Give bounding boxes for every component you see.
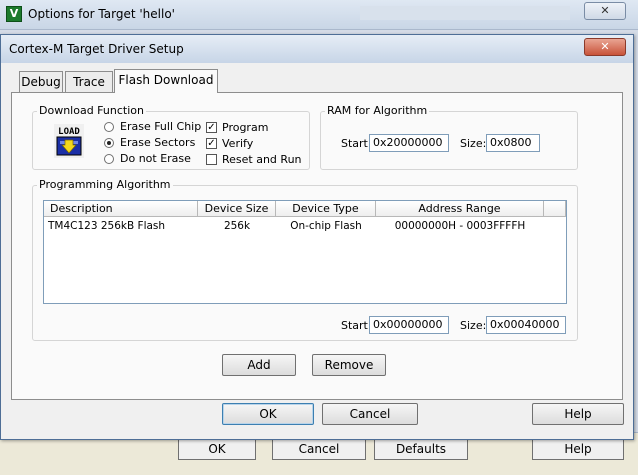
ram-size-label: Size:: [460, 137, 487, 150]
remove-button[interactable]: Remove: [312, 354, 386, 376]
algo-start-label: Start:: [341, 319, 372, 332]
erase-sectors-label: Erase Sectors: [120, 136, 196, 149]
erase-sectors-radio[interactable]: [104, 138, 114, 148]
col-header-device-size[interactable]: Device Size: [198, 201, 276, 217]
dialog-close-icon[interactable]: ✕: [584, 38, 626, 56]
program-label: Program: [222, 121, 269, 134]
program-checkbox[interactable]: ✓: [206, 122, 217, 133]
row-device-type: On-chip Flash: [290, 220, 362, 232]
row-address-range: 00000000H - 0003FFFFH: [394, 220, 526, 232]
reset-and-run-label: Reset and Run: [222, 153, 302, 166]
dialog-cancel-button[interactable]: Cancel: [322, 403, 418, 425]
table-row[interactable]: TM4C123 256kB Flash 256k On-chip Flash 0…: [44, 218, 544, 233]
ram-for-algorithm-legend: RAM for Algorithm: [327, 104, 428, 117]
ram-start-label: Start:: [341, 137, 372, 150]
algo-start-field[interactable]: 0x00000000: [369, 316, 449, 334]
download-function-legend: Download Function: [39, 104, 144, 117]
do-not-erase-radio[interactable]: [104, 154, 114, 164]
col-header-address-range[interactable]: Address Range: [376, 201, 544, 217]
svg-text:LOAD: LOAD: [58, 127, 80, 137]
outer-window-title: Options for Target 'hello': [28, 7, 175, 21]
erase-full-chip-radio[interactable]: [104, 122, 114, 132]
tab-debug[interactable]: Debug: [19, 71, 63, 92]
programming-algorithm-legend: Programming Algorithm: [39, 178, 171, 191]
algo-size-label: Size:: [460, 319, 487, 332]
dialog-title-bar: Cortex-M Target Driver Setup ✕: [1, 35, 633, 63]
row-description: TM4C123 256kB Flash: [48, 220, 166, 232]
verify-label: Verify: [222, 137, 254, 150]
do-not-erase-label: Do not Erase: [120, 152, 191, 165]
dialog-help-button[interactable]: Help: [532, 403, 624, 425]
row-device-size: 256k: [223, 220, 251, 232]
reset-and-run-checkbox[interactable]: [206, 154, 217, 165]
algorithm-list[interactable]: Description Device Size Device Type Addr…: [43, 200, 567, 304]
ram-size-field[interactable]: 0x0800: [486, 134, 540, 152]
outer-defaults-button[interactable]: Defaults: [374, 438, 468, 460]
dialog-ok-button[interactable]: OK: [222, 403, 314, 425]
col-header-device-type[interactable]: Device Type: [276, 201, 376, 217]
app-icon: V: [6, 6, 22, 22]
algo-size-field[interactable]: 0x00040000: [486, 316, 566, 334]
add-button[interactable]: Add: [222, 354, 296, 376]
outer-close-icon[interactable]: ✕: [584, 2, 626, 20]
ram-start-field[interactable]: 0x20000000: [369, 134, 449, 152]
col-header-filler: [544, 201, 566, 217]
tab-flash-download[interactable]: Flash Download: [114, 69, 218, 93]
tab-trace[interactable]: Trace: [65, 71, 113, 92]
dialog-title: Cortex-M Target Driver Setup: [9, 42, 184, 56]
verify-checkbox[interactable]: ✓: [206, 138, 217, 149]
col-header-description[interactable]: Description: [44, 201, 198, 217]
outer-help-button[interactable]: Help: [532, 438, 624, 460]
bg-title-ghost: [360, 6, 570, 20]
outer-ok-button[interactable]: OK: [178, 438, 256, 460]
load-icon: LOAD: [54, 124, 84, 158]
erase-full-chip-label: Erase Full Chip: [120, 120, 202, 133]
outer-cancel-button[interactable]: Cancel: [272, 438, 366, 460]
